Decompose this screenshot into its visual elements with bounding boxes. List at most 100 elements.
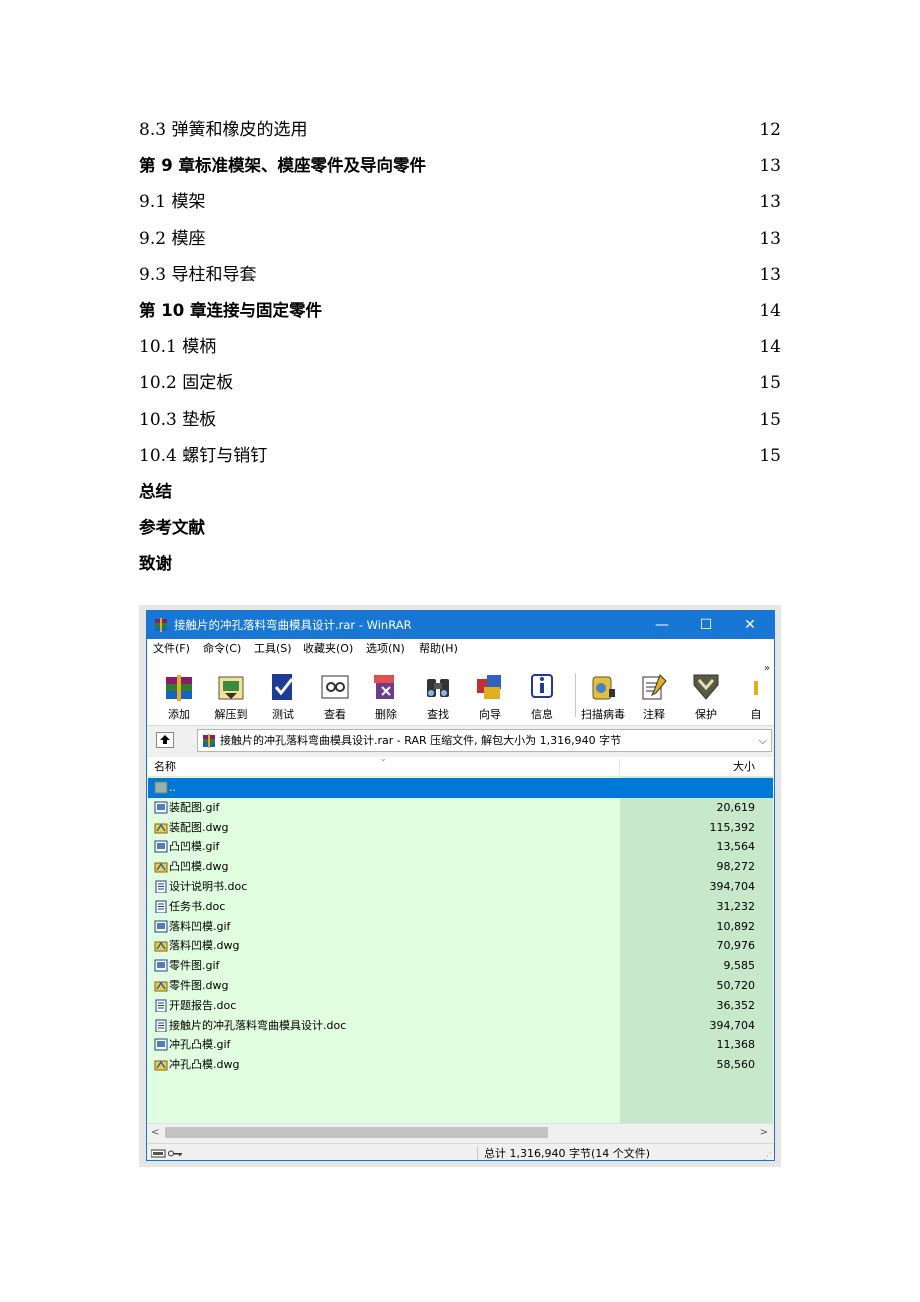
toolbar-button-comment[interactable]: 注释 <box>628 667 680 723</box>
toc-entry-page: 14 <box>759 337 781 358</box>
toc-entry: 10.3 垫板 15 <box>139 402 781 438</box>
column-header-size[interactable]: 大小 <box>733 757 755 776</box>
close-button[interactable]: ✕ <box>728 611 772 639</box>
file-row[interactable]: 零件图.gif 9,585 <box>148 956 773 976</box>
file-size: 70,976 <box>716 939 756 953</box>
file-row[interactable]: .. <box>148 778 773 798</box>
toc-entry-title: 10.4 螺钉与销钉 <box>139 445 268 466</box>
gif-file-icon <box>154 959 168 972</box>
file-name: 凸凹模.gif <box>169 840 220 854</box>
file-size: 13,564 <box>716 840 756 854</box>
address-dropdown-icon[interactable]: ⌵ <box>759 730 767 751</box>
add-archive-icon <box>166 675 192 701</box>
toc-entry-title: 总结 <box>139 481 172 501</box>
toolbar-button-label: 向导 <box>479 708 501 721</box>
file-size: 98,272 <box>716 860 756 874</box>
doc-file-icon <box>155 999 167 1012</box>
file-row[interactable]: 冲孔凸模.gif 11,368 <box>148 1035 773 1055</box>
menu-file[interactable]: 文件(F) <box>153 639 190 659</box>
toolbar-button-find[interactable]: 查找 <box>412 667 464 723</box>
window-title: 接触片的冲孔落料弯曲模具设计.rar - WinRAR <box>174 618 412 632</box>
file-name: 凸凹模.dwg <box>169 860 229 874</box>
resize-grip-icon[interactable]: ⋰ <box>763 1152 772 1160</box>
file-list[interactable]: 名称 ⌄ 大小 .. 装配图.gif 20,619 装配图.dwg 115,392 凸凹模… <box>148 757 773 1137</box>
toc-entry-page: 12 <box>759 120 781 140</box>
file-row[interactable]: 任务书.doc 31,232 <box>148 897 773 917</box>
file-row[interactable]: 设计说明书.doc 394,704 <box>148 877 773 897</box>
wizard-icon <box>477 675 501 699</box>
dwg-file-icon <box>154 1060 168 1071</box>
toolbar-button-protect[interactable]: 保护 <box>680 667 732 723</box>
column-header-name[interactable]: 名称 <box>154 757 176 776</box>
toolbar-button-view[interactable]: 查看 <box>309 667 361 723</box>
file-name: 装配图.dwg <box>169 820 229 834</box>
toolbar-button-wizard[interactable]: 向导 <box>464 667 516 723</box>
toolbar-button-label: 解压到 <box>214 708 248 721</box>
scroll-left-button[interactable]: < <box>151 1124 159 1141</box>
toc-entry-title: 10.2 固定板 <box>139 373 234 394</box>
menu-options[interactable]: 选项(N) <box>366 639 405 659</box>
toolbar-button-label: 查看 <box>324 708 346 721</box>
file-name: 冲孔凸模.dwg <box>169 1058 240 1072</box>
toc-entry-title: 9.1 模架 <box>139 192 206 213</box>
file-size: 36,352 <box>716 998 756 1012</box>
toc-entry: 10.2 固定板 15 <box>139 365 781 401</box>
menu-tools[interactable]: 工具(S) <box>254 639 292 659</box>
toc-entry-title: 第 9 章标准模架、模座零件及导向零件 <box>139 156 426 176</box>
winrar-window: 接触片的冲孔落料弯曲模具设计.rar - WinRAR — ☐ ✕ 文件(F) … <box>146 610 775 1161</box>
gif-file-icon <box>154 1038 168 1051</box>
horizontal-scrollbar[interactable]: < > <box>148 1123 773 1141</box>
toolbar-button-extract-to[interactable]: 解压到 <box>205 667 257 723</box>
toolbar-button-test[interactable]: 测试 <box>257 667 309 723</box>
address-text: 接触片的冲孔落料弯曲模具设计.rar - RAR 压缩文件, 解包大小为 1,3… <box>220 734 622 747</box>
dwg-file-icon <box>154 823 168 834</box>
file-name: 装配图.gif <box>169 800 220 814</box>
toolbar-button-label: 保护 <box>695 708 717 721</box>
menu-commands[interactable]: 命令(C) <box>203 639 241 659</box>
file-row[interactable]: 接触片的冲孔落料弯曲模具设计.doc 394,704 <box>148 1016 773 1036</box>
delete-icon <box>374 675 394 699</box>
menu-help[interactable]: 帮助(H) <box>419 639 458 659</box>
file-row[interactable]: 装配图.gif 20,619 <box>148 798 773 818</box>
sort-indicator-icon: ⌄ <box>380 757 387 763</box>
toolbar-button-sfx[interactable]: 自 <box>730 667 774 723</box>
drive-key-icon[interactable] <box>151 1148 185 1159</box>
toc-entry-page: 14 <box>759 300 781 321</box>
file-size: 58,560 <box>716 1058 756 1072</box>
scrollbar-thumb[interactable] <box>165 1127 548 1138</box>
file-size: 9,585 <box>723 959 756 973</box>
toolbar-button-delete[interactable]: 删除 <box>360 667 412 723</box>
toc-entry-page: 15 <box>759 445 781 466</box>
file-row[interactable]: 装配图.dwg 115,392 <box>148 818 773 838</box>
column-divider[interactable] <box>619 759 620 775</box>
dwg-file-icon <box>154 941 168 952</box>
file-size: 50,720 <box>716 979 756 992</box>
toolbar-button-label: 注释 <box>643 708 665 721</box>
maximize-button[interactable]: ☐ <box>684 611 728 639</box>
scroll-right-button[interactable]: > <box>760 1124 768 1141</box>
file-row[interactable]: 凸凹模.gif 13,564 <box>148 837 773 857</box>
file-row[interactable]: 零件图.dwg 50,720 <box>148 976 773 996</box>
file-row[interactable]: 落料凹模.gif 10,892 <box>148 917 773 937</box>
toolbar-button-info[interactable]: 信息 <box>516 667 568 723</box>
file-row[interactable]: 开题报告.doc 36,352 <box>148 996 773 1016</box>
winrar-screenshot: 接触片的冲孔落料弯曲模具设计.rar - WinRAR — ☐ ✕ 文件(F) … <box>139 605 781 1167</box>
file-row[interactable]: 落料凹模.dwg 70,976 <box>148 936 773 956</box>
gif-file-icon <box>154 801 168 814</box>
toc-entry-page: 15 <box>759 409 781 430</box>
address-field[interactable]: 接触片的冲孔落料弯曲模具设计.rar - RAR 压缩文件, 解包大小为 1,3… <box>197 729 772 752</box>
file-row[interactable]: 冲孔凸模.dwg 58,560 <box>148 1055 773 1075</box>
toc-entry-title: 10.1 模柄 <box>139 337 217 358</box>
toc-entry: 致谢 <box>139 546 781 582</box>
toolbar-button-add-archive[interactable]: 添加 <box>153 667 205 723</box>
file-name: 零件图.dwg <box>169 979 229 992</box>
up-folder-button[interactable] <box>156 732 174 748</box>
toolbar-button-label: 测试 <box>272 708 294 721</box>
file-row[interactable]: 凸凹模.dwg 98,272 <box>148 857 773 877</box>
comment-icon <box>642 674 667 700</box>
menu-favorites[interactable]: 收藏夹(O) <box>303 639 353 659</box>
minimize-button[interactable]: — <box>640 611 684 639</box>
file-size: 11,368 <box>716 1038 756 1052</box>
toolbar-button-label: 删除 <box>375 708 397 721</box>
toolbar-button-virus-scan[interactable]: 扫描病毒 <box>577 667 629 723</box>
